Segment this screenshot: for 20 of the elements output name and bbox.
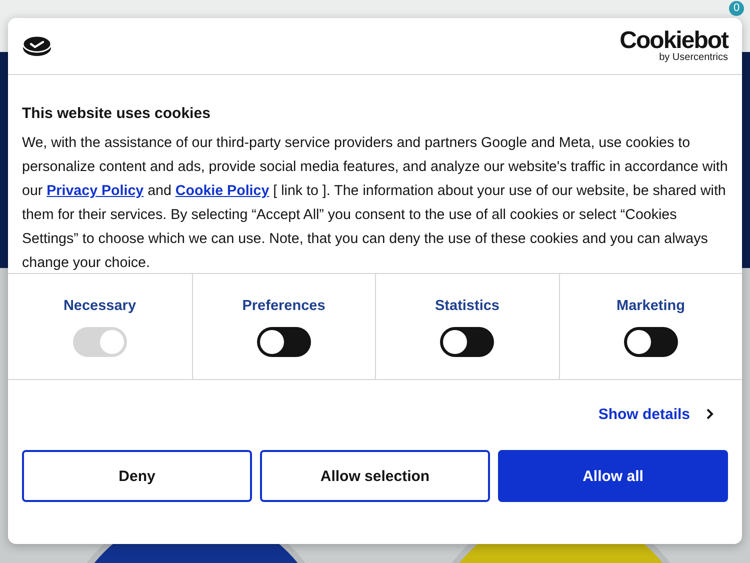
- category-label: Preferences: [242, 298, 326, 314]
- brand-subtitle: by Usercentrics: [659, 52, 728, 62]
- consent-button[interactable]: Allow all: [498, 450, 728, 502]
- show-details-link[interactable]: Show details: [598, 406, 690, 422]
- policy-link[interactable]: Cookie Policy: [175, 183, 270, 199]
- cookie-check-icon: [22, 35, 52, 57]
- consent-button[interactable]: Allow selection: [260, 450, 490, 502]
- chevron-right-icon[interactable]: [706, 408, 714, 420]
- brand-logo-text: Cookiebot: [620, 30, 728, 52]
- toggle-switch[interactable]: [256, 327, 311, 357]
- consent-text: We, with the assistance of our third-party service providers and partners Google and Meta, use cookies to personalize content and ads, provide social media features, and analyze our website's traffic in accordance with our Privacy Policy and Cookie Policy [ link to ]. The information about your use of our website, be shared with them for their services. By selecting “Accept All” you consent to the use of all cookies or select “Cookies Settings” to choose which we can use. Note, that you can deny the use of these cookies and you can always change your choice.: [22, 134, 728, 273]
- category-label: Marketing: [616, 298, 685, 314]
- category-label: Statistics: [435, 298, 500, 314]
- policy-link[interactable]: Privacy Policy: [46, 183, 144, 199]
- category-label: Necessary: [63, 298, 136, 314]
- toggle-switch[interactable]: [624, 327, 678, 357]
- cart-badge: 0: [729, 1, 744, 16]
- toggle-switch[interactable]: [440, 327, 494, 357]
- consent-button[interactable]: Deny: [22, 450, 252, 502]
- dialog-title: This website uses cookies: [22, 105, 212, 122]
